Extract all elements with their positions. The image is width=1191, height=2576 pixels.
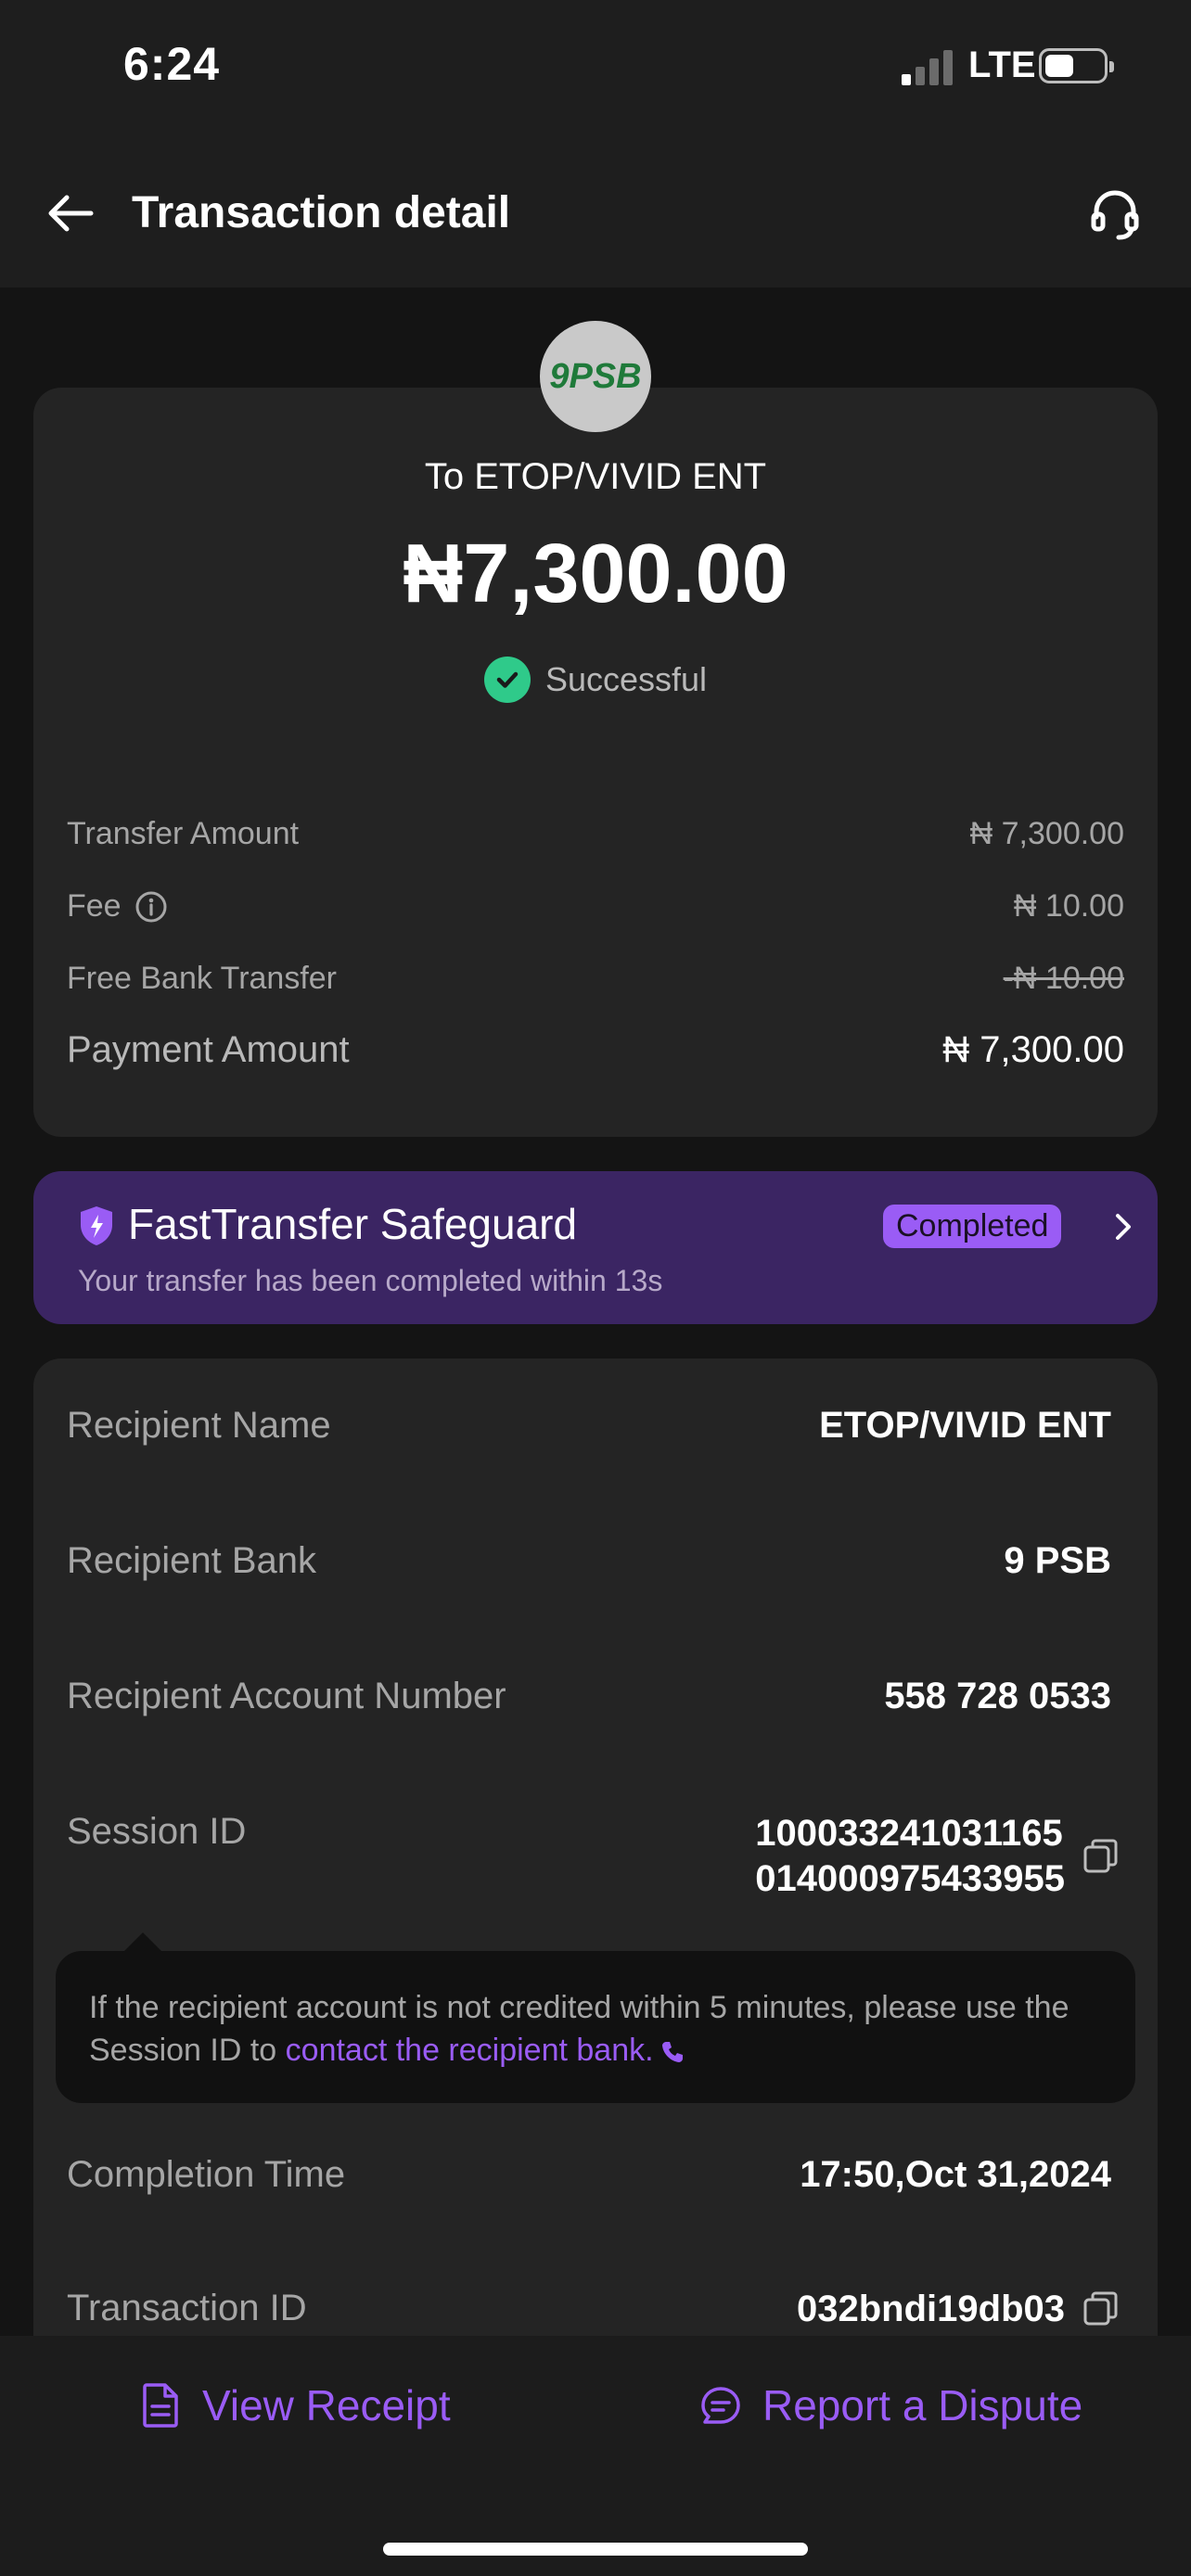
shield-icon	[81, 1206, 112, 1245]
transfer-amount-row: Transfer Amount ₦ 7,300.00	[67, 816, 1124, 852]
recipient-bank-row: Recipient Bank 9 PSB	[67, 1540, 1111, 1582]
account-number-value: 558 728 0533	[884, 1676, 1111, 1716]
status-bar: 6:24 LTE	[0, 0, 1191, 139]
recipient-bank-value: 9 PSB	[1004, 1540, 1111, 1581]
chat-bubble-icon	[701, 2387, 740, 2424]
transaction-id-value: 032bndi19db03	[796, 2288, 1065, 2329]
account-number-label: Recipient Account Number	[67, 1676, 506, 1716]
view-receipt-label: View Receipt	[202, 2381, 451, 2429]
headset-icon[interactable]	[1085, 184, 1145, 243]
status-badge: Completed	[883, 1205, 1062, 1248]
payment-amount-value: ₦ 7,300.00	[942, 1029, 1124, 1070]
report-dispute-label: Report a Dispute	[762, 2381, 1083, 2429]
home-indicator[interactable]	[383, 2543, 808, 2556]
completion-time-row: Completion Time 17:50,Oct 31,2024	[67, 2154, 1111, 2196]
arrow-left-icon[interactable]	[43, 185, 98, 241]
fasttransfer-safeguard-banner[interactable]: FastTransfer Safeguard Completed Your tr…	[33, 1171, 1158, 1324]
status-row: Successful	[33, 657, 1158, 703]
app-header: Transaction detail	[0, 139, 1191, 287]
view-receipt-button[interactable]: View Receipt	[139, 2380, 451, 2430]
battery-icon	[1039, 48, 1114, 83]
recipient-bank-label: Recipient Bank	[67, 1540, 317, 1581]
payment-amount-label: Payment Amount	[67, 1029, 350, 1070]
summary-card: To ETOP/VIVID ENT ₦7,300.00 Successful T…	[33, 388, 1158, 1137]
tooltip-line2-prefix: Session ID to	[89, 2033, 286, 2068]
free-transfer-label: Free Bank Transfer	[67, 961, 338, 996]
document-icon	[143, 2383, 178, 2428]
tooltip-line1: If the recipient account is not credited…	[89, 1990, 1069, 2025]
transaction-id-row: Transaction ID 032bndi19db03	[67, 2288, 1118, 2330]
safeguard-title: FastTransfer Safeguard	[128, 1200, 578, 1248]
recipient-name-value: ETOP/VIVID ENT	[819, 1405, 1111, 1446]
bottom-action-bar: View Receipt Report a Dispute	[0, 2336, 1191, 2576]
bank-logo-text: 9PSB	[549, 356, 642, 396]
transfer-amount-label: Transfer Amount	[67, 816, 300, 851]
bank-logo: 9PSB	[540, 321, 651, 432]
completion-time-label: Completion Time	[67, 2154, 346, 2195]
transfer-amount-value: ₦ 7,300.00	[969, 816, 1124, 851]
free-transfer-row: Free Bank Transfer -₦ 10.00	[67, 961, 1124, 997]
session-id-value: 100033241031165 014000975433955	[755, 1813, 1065, 1899]
recipient-name-row: Recipient Name ETOP/VIVID ENT	[67, 1405, 1111, 1447]
copy-icon[interactable]	[1080, 2288, 1122, 2330]
payment-amount-row: Payment Amount ₦ 7,300.00	[67, 1029, 1124, 1071]
recipient-line: To ETOP/VIVID ENT	[424, 456, 767, 497]
free-transfer-value: -₦ 10.00	[1003, 961, 1124, 996]
network-type: LTE	[968, 45, 1036, 85]
contact-bank-link[interactable]: contact the recipient bank.	[286, 2033, 654, 2068]
report-dispute-button[interactable]: Report a Dispute	[699, 2380, 1082, 2430]
copy-icon[interactable]	[1080, 1835, 1122, 1878]
page-title: Transaction detail	[132, 188, 511, 237]
check-circle-icon	[483, 657, 531, 703]
info-icon[interactable]	[134, 890, 168, 924]
status-time: 6:24	[123, 38, 221, 90]
fee-value: ₦ 10.00	[1013, 888, 1124, 924]
fee-label: Fee	[67, 888, 122, 924]
transaction-amount: ₦7,300.00	[403, 528, 788, 620]
session-id-label: Session ID	[67, 1811, 247, 1852]
chevron-right-icon[interactable]	[1111, 1208, 1135, 1245]
phone-icon[interactable]	[660, 2039, 685, 2065]
completion-time-value: 17:50,Oct 31,2024	[800, 2154, 1111, 2195]
session-id-tooltip: If the recipient account is not credited…	[56, 1932, 1135, 2103]
cellular-signal-icon	[902, 48, 955, 85]
session-id-row: Session ID 100033241031165 0140009754339…	[67, 1811, 1118, 1902]
recipient-name-label: Recipient Name	[67, 1405, 331, 1446]
fee-row: Fee ₦ 10.00	[67, 888, 1124, 925]
account-number-row: Recipient Account Number 558 728 0533	[67, 1676, 1111, 1717]
safeguard-subtitle: Your transfer has been completed within …	[78, 1264, 663, 1297]
status-text: Successful	[544, 660, 708, 698]
details-card: Recipient Name ETOP/VIVID ENT Recipient …	[33, 1358, 1158, 2416]
transaction-id-label: Transaction ID	[67, 2288, 307, 2328]
